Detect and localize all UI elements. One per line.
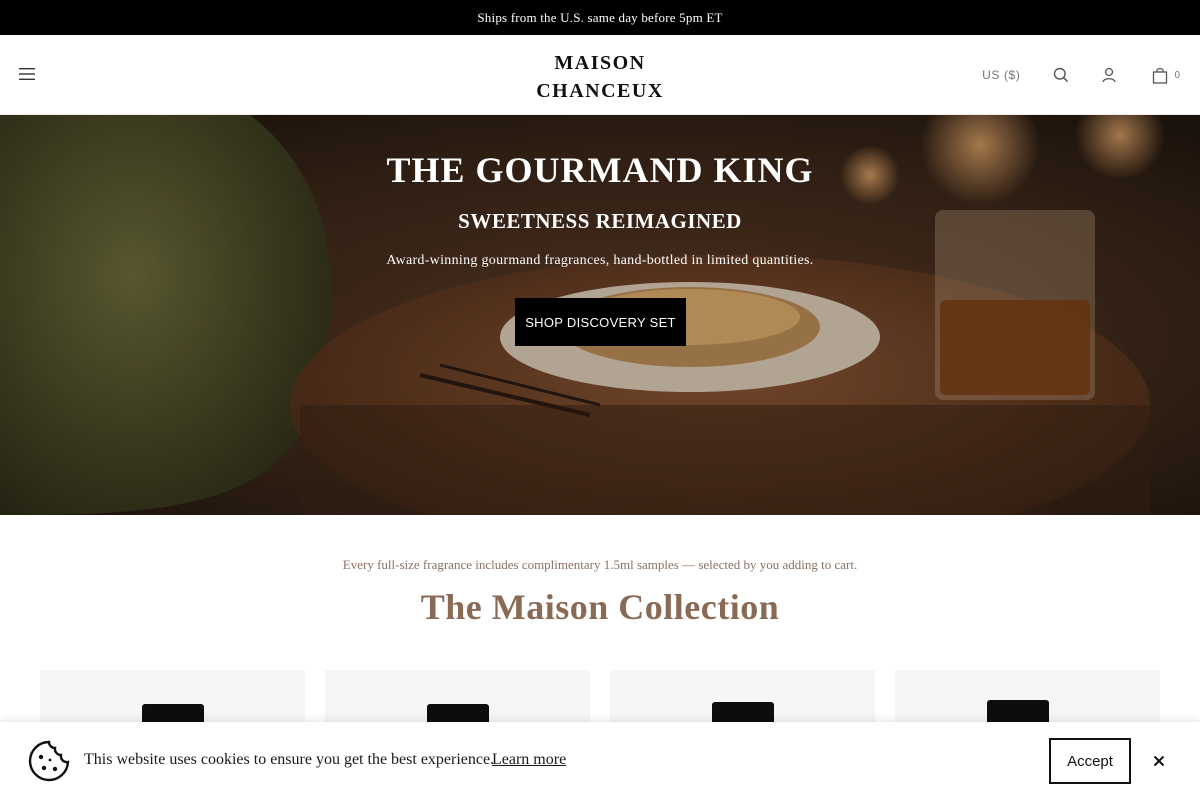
hero-subtitle: SWEETNESS REIMAGINED (458, 209, 742, 233)
cart-count: 0 (1174, 69, 1180, 81)
bag-icon (1153, 67, 1168, 84)
product-card[interactable] (895, 670, 1160, 740)
announcement-bar: Ships from the U.S. same day before 5pm … (0, 0, 1200, 35)
hero-title: THE GOURMAND KING (386, 150, 814, 190)
learn-more-link[interactable]: Learn more (492, 751, 566, 769)
search-icon (1054, 67, 1069, 83)
cookie-icon (28, 740, 70, 782)
site-header: MAISON CHANCEUX US ($) 0 (0, 35, 1200, 115)
hero-banner: THE GOURMAND KING SWEETNESS REIMAGINED A… (0, 115, 1200, 515)
product-card[interactable] (40, 670, 305, 744)
collection-title: The Maison Collection (420, 587, 780, 627)
cart-button[interactable]: 0 (1152, 67, 1180, 84)
logo-line-1: MAISON (554, 52, 646, 74)
account-button[interactable] (1100, 66, 1118, 84)
header-actions: US ($) 0 (982, 63, 1180, 87)
site-logo[interactable]: MAISON CHANCEUX (500, 49, 700, 105)
search-button[interactable] (1052, 66, 1070, 84)
cookie-message: This website uses cookies to ensure you … (84, 751, 495, 768)
product-grid (40, 670, 1180, 744)
currency-selector[interactable]: US ($) (982, 68, 1020, 82)
accept-cookies-button[interactable]: Accept (1049, 738, 1131, 784)
hamburger-menu-button[interactable] (18, 67, 36, 81)
hamburger-icon (19, 68, 35, 80)
samples-notice: Every full-size fragrance includes compl… (342, 557, 858, 572)
logo-line-2: CHANCEUX (536, 80, 664, 102)
close-cookie-button[interactable] (1150, 752, 1168, 770)
product-card[interactable] (325, 670, 590, 744)
shop-discovery-set-button[interactable]: SHOP DISCOVERY SET (515, 298, 686, 346)
hero-description: Award-winning gourmand fragrances, hand-… (386, 253, 814, 268)
account-icon (1102, 67, 1117, 83)
close-icon (1153, 755, 1165, 767)
cookie-banner: This website uses cookies to ensure you … (0, 722, 1200, 800)
product-card[interactable] (610, 670, 875, 742)
announcement-text: Ships from the U.S. same day before 5pm … (477, 9, 723, 25)
